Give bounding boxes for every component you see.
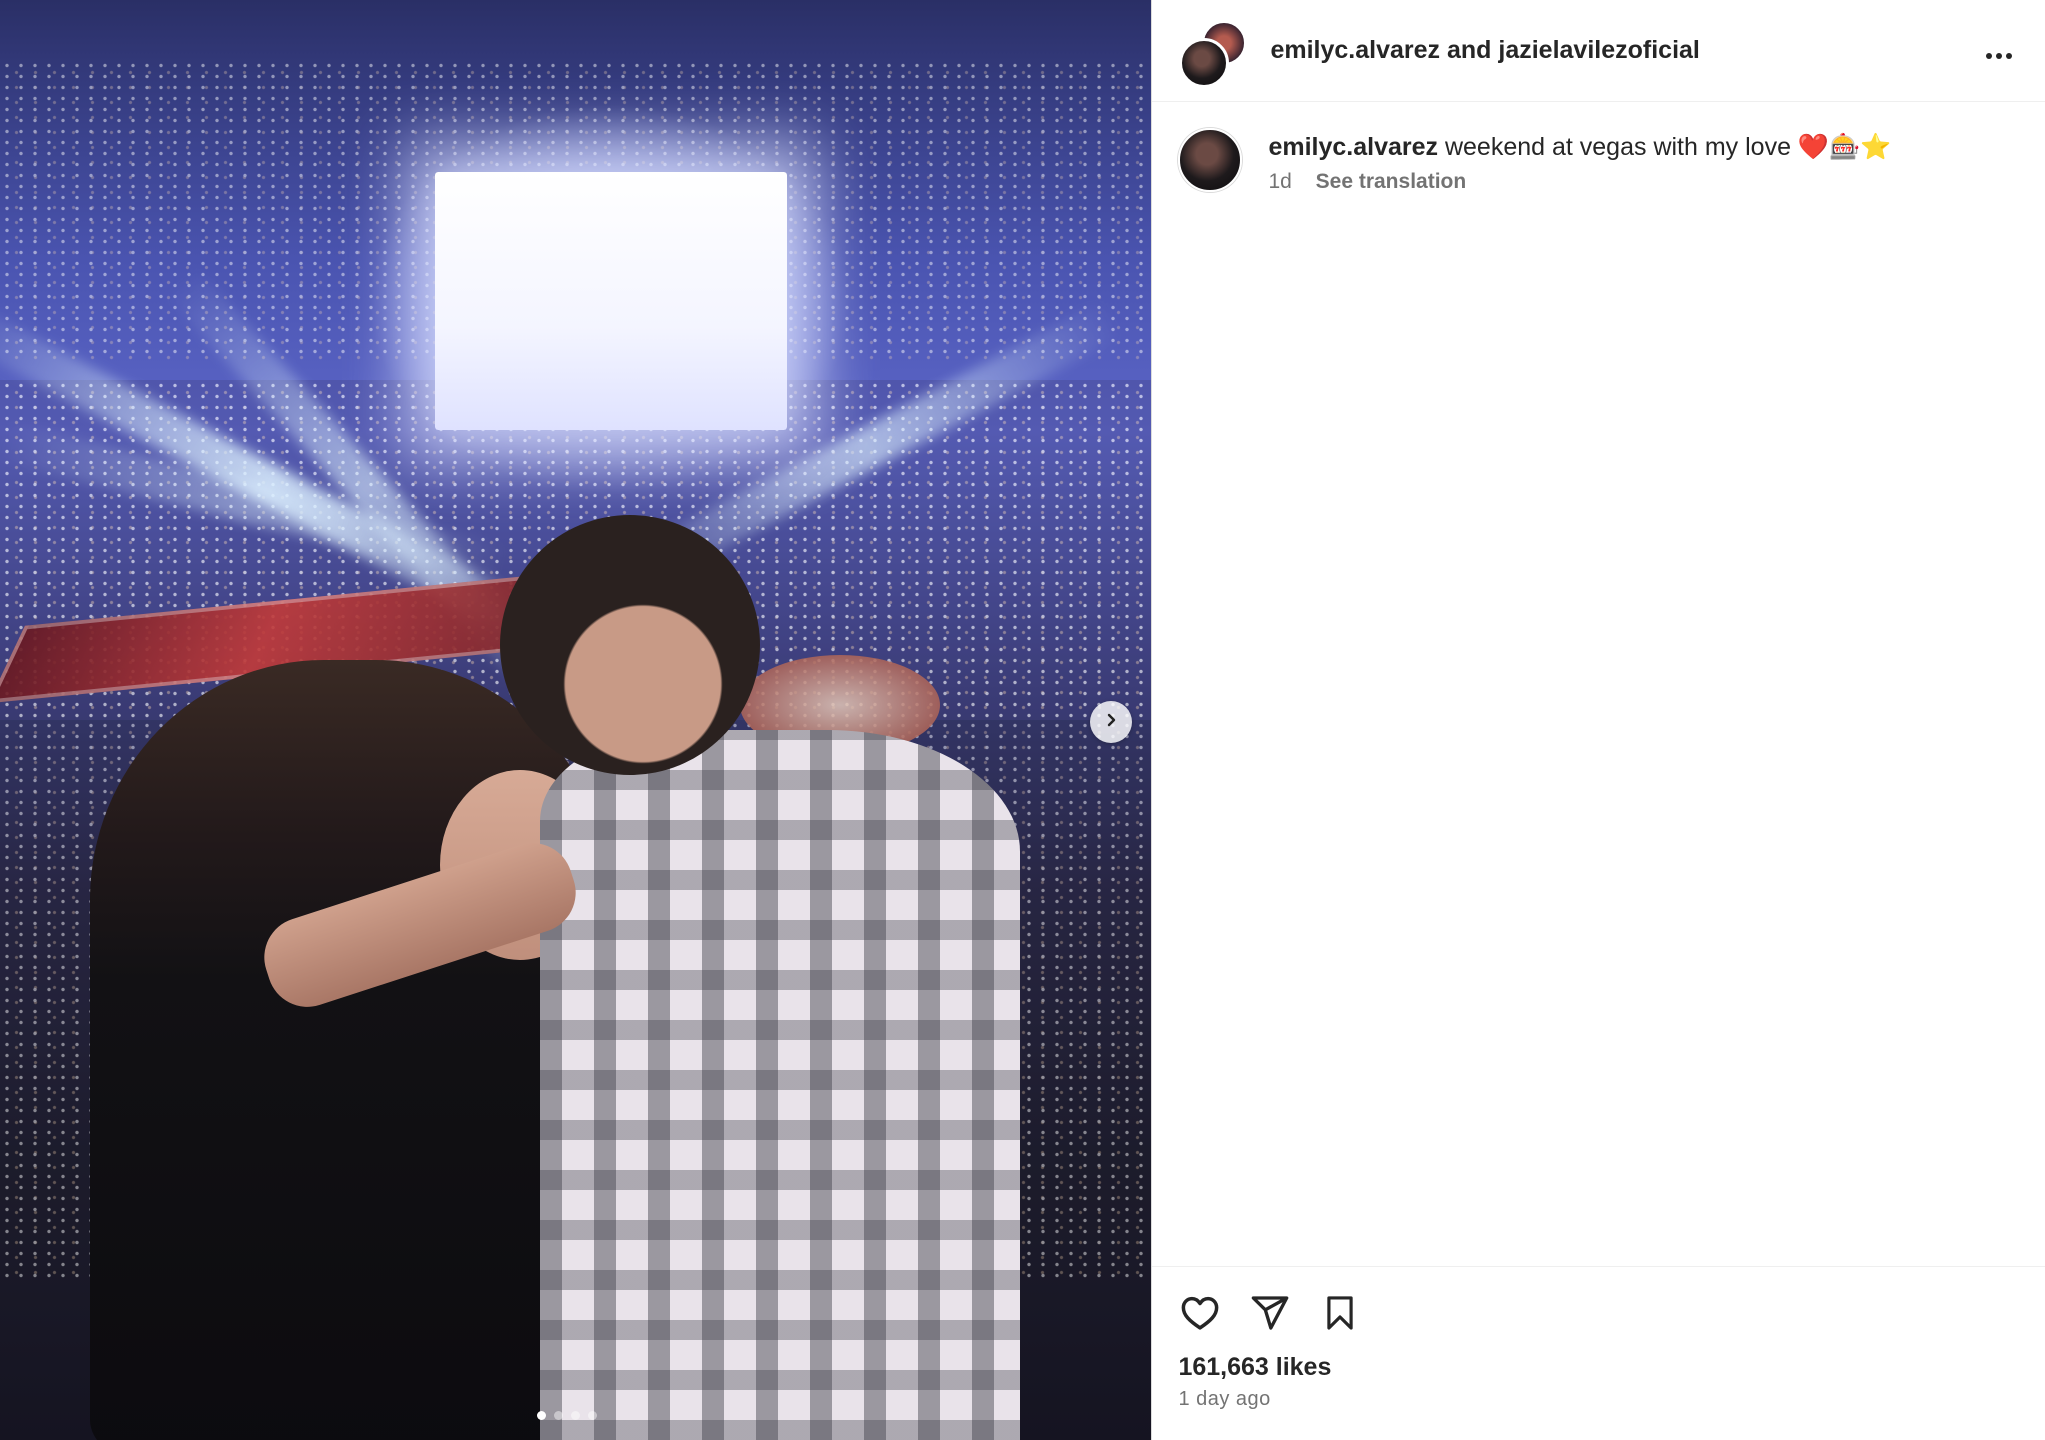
carousel-dot [588,1411,597,1420]
more-horizontal-icon [1985,34,2013,68]
collab-avatars[interactable] [1179,19,1248,88]
caption-body: emilyc.alvarez weekend at vegas with my … [1268,128,1891,164]
caption-age[interactable]: 1d [1268,170,1291,193]
concert-photo [0,0,1152,1440]
avatar[interactable] [1179,37,1230,88]
caption-text: weekend at vegas with my love ❤️🎰⭐️ [1444,133,1892,161]
chevron-right-icon [1102,711,1120,734]
see-translation-button[interactable]: See translation [1316,170,1467,193]
authors-joiner: and [1446,36,1492,64]
avatar[interactable] [1178,128,1243,192]
bookmark-icon [1321,1293,1359,1338]
paper-plane-icon [1250,1293,1290,1338]
post-viewer: emilyc.alvarez and jazielavilezoficial e [0,0,2045,1440]
post-authors: emilyc.alvarez and jazielavilezoficial [1270,36,1699,65]
action-bar [1178,1291,2021,1339]
carousel-dot [571,1411,580,1420]
post-media[interactable] [0,0,1152,1440]
next-photo-button[interactable] [1090,701,1132,743]
caption-meta: 1d See translation [1268,170,1891,194]
post-sidebar: emilyc.alvarez and jazielavilezoficial e [1151,0,2045,1440]
carousel-dot [554,1411,563,1420]
post-caption: emilyc.alvarez weekend at vegas with my … [1152,102,2045,194]
person-right-head [500,515,760,775]
post-timestamp[interactable]: 1 day ago [1178,1388,2021,1411]
carousel-indicator [537,1411,597,1420]
share-button[interactable] [1248,1293,1292,1337]
heart-icon [1179,1292,1221,1339]
more-options-button[interactable] [1979,31,2019,71]
save-button[interactable] [1318,1293,1362,1337]
caption-username[interactable]: emilyc.alvarez [1268,133,1438,161]
post-header: emilyc.alvarez and jazielavilezoficial [1152,0,2045,102]
post-actions: 161,663 likes 1 day ago [1152,1266,2045,1411]
collaborator-link[interactable]: jazielavilezoficial [1498,36,1700,64]
likes-count[interactable]: 161,663 likes [1178,1353,2021,1382]
person-right-shirt [540,730,1020,1440]
carousel-dot [537,1411,546,1420]
author-link[interactable]: emilyc.alvarez [1270,36,1440,64]
like-button[interactable] [1178,1293,1222,1337]
arena-screen [435,172,787,430]
